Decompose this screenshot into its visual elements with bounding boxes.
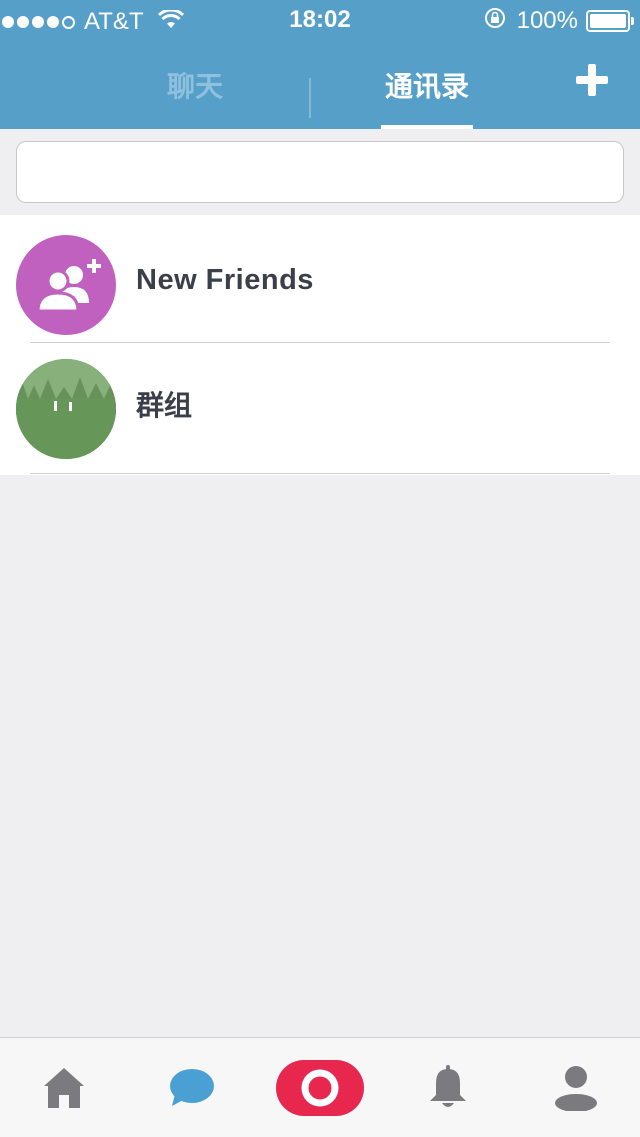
chat-icon (170, 1068, 214, 1106)
search-bar (0, 129, 640, 215)
group-photo-icon (16, 359, 116, 459)
list-item-label: 群组 (136, 389, 193, 422)
header: 聊天 通讯录 (0, 40, 640, 129)
avatar-new-friends (16, 235, 116, 335)
plus-icon (576, 64, 608, 96)
divider (30, 473, 610, 474)
add-button[interactable] (572, 60, 612, 100)
tab-contacts-label: 通讯录 (384, 69, 469, 103)
camera-record-icon (276, 1059, 364, 1116)
tabbar-camera[interactable] (274, 1038, 366, 1137)
status-bar: AT&T 18:02 100% (0, 0, 640, 40)
contacts-list: New Friends 群组 (0, 215, 640, 475)
battery-percent: 100% (516, 7, 578, 34)
tabbar-home[interactable] (20, 1038, 108, 1137)
tabbar-chat[interactable] (148, 1038, 236, 1137)
tab-chat-label: 聊天 (166, 69, 223, 103)
status-right: 100% (483, 6, 634, 36)
tabbar-notifications[interactable] (404, 1038, 492, 1137)
tab-bar (0, 1037, 640, 1137)
list-item-label: New Friends (136, 263, 314, 296)
home-icon (44, 1067, 84, 1108)
tab-chat[interactable]: 聊天 (140, 40, 250, 129)
bell-icon (430, 1064, 466, 1107)
divider (30, 342, 610, 343)
add-friends-icon (36, 259, 101, 313)
list-item-new-friends[interactable]: New Friends (0, 215, 640, 345)
rotation-lock-icon (483, 6, 507, 36)
profile-icon (555, 1065, 597, 1111)
list-item-groups[interactable]: 群组 (0, 345, 640, 475)
tab-contacts[interactable]: 通讯录 (372, 40, 482, 129)
group-avatar (16, 359, 116, 459)
search-input[interactable] (16, 141, 624, 203)
battery-icon (586, 10, 634, 32)
tabbar-profile[interactable] (532, 1038, 620, 1137)
tab-divider (309, 78, 311, 118)
